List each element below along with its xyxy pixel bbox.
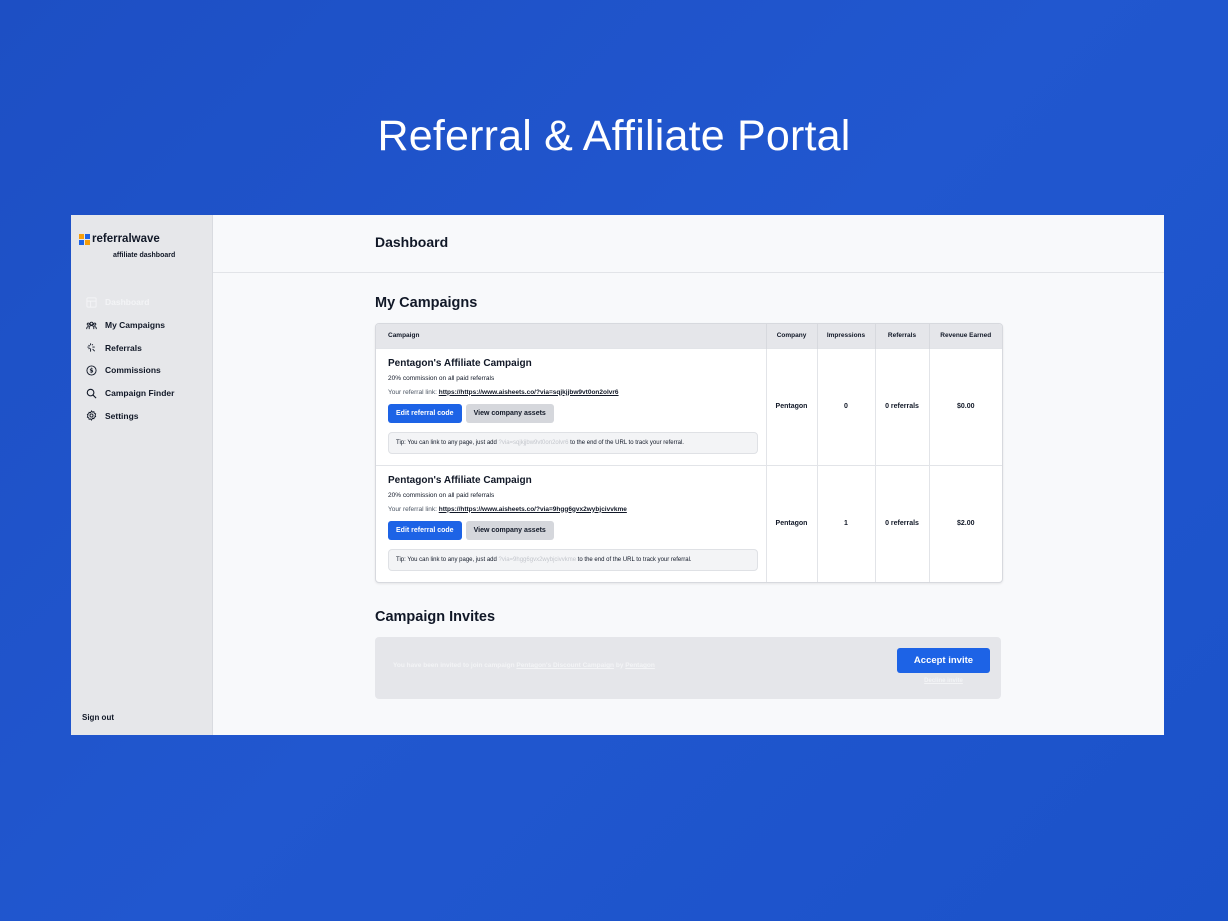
sidebar-nav: Dashboard My Campaigns Referrals $ Commi… — [71, 291, 212, 427]
view-company-assets-button[interactable]: View company assets — [465, 403, 554, 423]
campaign-actions: Edit referral code View company assets — [388, 520, 758, 540]
revenue-cell: $0.00 — [928, 347, 1002, 465]
column-header-revenue: Revenue Earned — [928, 324, 1002, 348]
logo-square — [85, 239, 90, 245]
tip-prefix: Tip: You can link to any page, just add — [396, 439, 497, 446]
sidebar: referralwave affiliate dashboard Dashboa… — [71, 215, 213, 735]
column-header-referrals: Referrals — [874, 324, 929, 348]
sidebar-item-label: Settings — [105, 410, 139, 421]
referral-link-label: Your referral link: — [388, 505, 437, 513]
edit-referral-code-button[interactable]: Edit referral code — [388, 520, 462, 540]
campaign-name: Pentagon's Affiliate Campaign — [388, 474, 532, 486]
logo-mark-icon — [79, 233, 90, 245]
referral-link-label: Your referral link: — [388, 388, 437, 396]
invite-company-link[interactable]: Pentagon — [625, 662, 655, 669]
tip-suffix: to the end of the URL to track your refe… — [570, 439, 684, 446]
column-header-company: Company — [765, 324, 817, 348]
sidebar-item-settings[interactable]: Settings — [71, 404, 212, 427]
invite-text-by: by — [615, 662, 624, 669]
revenue-cell: $2.00 — [928, 464, 1002, 582]
page-title: Dashboard — [375, 234, 449, 250]
table-row: Pentagon's Affiliate Campaign 20% commis… — [376, 347, 1002, 465]
invite-campaign-link[interactable]: Pentagon's Discount Campaign — [516, 662, 614, 669]
users-icon — [86, 320, 97, 331]
sidebar-item-label: Campaign Finder — [105, 388, 175, 399]
gear-icon — [86, 410, 97, 422]
impressions-cell: 1 — [816, 464, 875, 582]
impressions-cell: 0 — [816, 347, 875, 465]
accept-invite-button[interactable]: Accept invite — [897, 648, 990, 673]
main-content: Dashboard My Campaigns Campaign Company … — [213, 215, 1164, 735]
campaign-invites-title: Campaign Invites — [375, 609, 496, 625]
referral-tip: Tip: You can link to any page, just add … — [388, 431, 758, 454]
referrals-cell: 0 referrals — [874, 464, 929, 582]
table-row: Pentagon's Affiliate Campaign 20% commis… — [376, 464, 1002, 582]
svg-text:$: $ — [89, 368, 93, 375]
sidebar-item-label: Dashboard — [105, 297, 150, 308]
logo-square — [79, 239, 84, 245]
campaign-cell: Pentagon's Affiliate Campaign 20% commis… — [376, 347, 766, 465]
sidebar-item-referrals[interactable]: Referrals — [71, 336, 212, 359]
campaigns-table: Campaign Company Impressions Referrals R… — [375, 323, 1003, 583]
invite-message: You have been invited to join campaign P… — [393, 662, 655, 669]
company-cell: Pentagon — [765, 464, 817, 582]
tip-code: ?via=9hgg6gvx2wybjcivvkme — [498, 556, 577, 563]
logo[interactable]: referralwave — [79, 233, 160, 245]
sidebar-item-label: Commissions — [105, 365, 161, 376]
logo-square — [79, 233, 84, 239]
column-header-campaign: Campaign — [388, 332, 420, 340]
sidebar-item-campaign-finder[interactable]: Campaign Finder — [71, 382, 212, 405]
logo-text: referralwave — [92, 233, 160, 245]
referral-tip: Tip: You can link to any page, just add … — [388, 548, 758, 571]
campaign-invite-card: You have been invited to join campaign P… — [375, 637, 1001, 699]
dashboard-icon — [86, 297, 97, 308]
sidebar-item-commissions[interactable]: $ Commissions — [71, 359, 212, 382]
view-company-assets-button[interactable]: View company assets — [465, 520, 554, 540]
referrals-cell: 0 referrals — [874, 347, 929, 465]
referral-link-line: Your referral link: https://https://www.… — [388, 506, 758, 513]
sidebar-item-my-campaigns[interactable]: My Campaigns — [71, 314, 212, 337]
sparkle-icon — [86, 342, 97, 353]
tip-code: ?via=sqjkjjbw9vt0on2olvr6 — [498, 439, 569, 446]
campaign-description: 20% commission on all paid referrals — [388, 374, 495, 382]
referral-link[interactable]: https://https://www.aisheets.co/?via=sqj… — [439, 389, 619, 396]
campaign-description: 20% commission on all paid referrals — [388, 491, 495, 499]
campaign-name: Pentagon's Affiliate Campaign — [388, 357, 532, 369]
column-header-impressions: Impressions — [816, 324, 875, 348]
page-heading: Referral & Affiliate Portal — [377, 112, 851, 160]
sign-out-link[interactable]: Sign out — [82, 713, 114, 722]
table-header-row: Campaign Company Impressions Referrals R… — [376, 324, 1002, 348]
company-cell: Pentagon — [765, 347, 817, 465]
my-campaigns-title: My Campaigns — [375, 295, 478, 311]
app-window: referralwave affiliate dashboard Dashboa… — [71, 215, 1164, 735]
campaign-cell: Pentagon's Affiliate Campaign 20% commis… — [376, 464, 766, 582]
tip-prefix: Tip: You can link to any page, just add — [396, 556, 497, 563]
logo-square — [85, 233, 90, 239]
sidebar-item-dashboard[interactable]: Dashboard — [71, 291, 212, 314]
sidebar-item-label: My Campaigns — [105, 320, 165, 331]
sidebar-item-label: Referrals — [105, 342, 142, 353]
referral-link-line: Your referral link: https://https://www.… — [388, 389, 758, 396]
invite-text-prefix: You have been invited to join campaign — [393, 662, 515, 669]
top-bar: Dashboard — [213, 215, 1164, 273]
edit-referral-code-button[interactable]: Edit referral code — [388, 403, 462, 423]
referral-link[interactable]: https://https://www.aisheets.co/?via=9hg… — [439, 506, 627, 513]
dollar-circle-icon: $ — [86, 365, 97, 376]
tip-suffix: to the end of the URL to track your refe… — [577, 556, 692, 563]
search-icon — [86, 388, 97, 399]
decline-invite-link[interactable]: Decline invite — [897, 678, 990, 684]
logo-subtitle: affiliate dashboard — [113, 252, 176, 259]
campaign-actions: Edit referral code View company assets — [388, 403, 758, 423]
